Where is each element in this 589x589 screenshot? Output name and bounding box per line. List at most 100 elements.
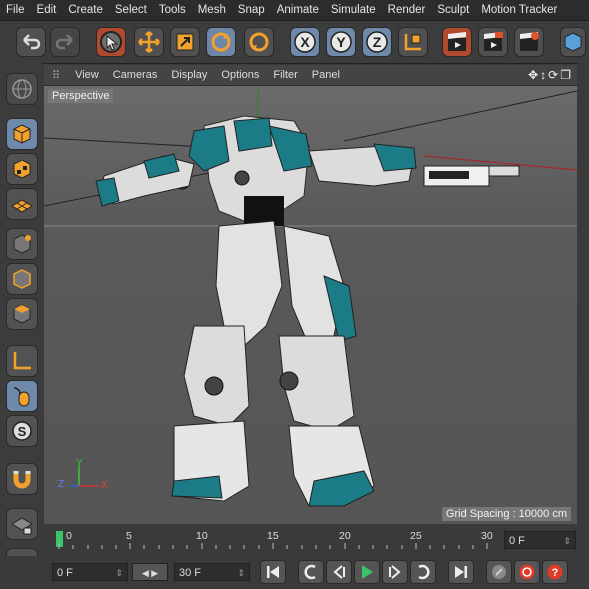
select-tool-button[interactable]	[96, 27, 126, 57]
go-to-start-button[interactable]	[260, 560, 286, 584]
range-slider[interactable]: ◀ ▶	[132, 563, 168, 581]
mouse-icon	[13, 387, 30, 407]
render-settings-button[interactable]	[514, 27, 544, 57]
menu-render[interactable]: Render	[382, 4, 432, 16]
snap-button[interactable]	[6, 463, 38, 495]
rotate-icon	[211, 32, 231, 52]
y-axis-button[interactable]: Y	[326, 27, 356, 57]
globe-icon	[12, 79, 32, 99]
workplane-lock-button[interactable]	[6, 508, 38, 540]
z-axis-button[interactable]: Z	[362, 27, 392, 57]
menu-motion-tracker[interactable]: Motion Tracker	[475, 4, 563, 16]
cube-button[interactable]	[560, 27, 586, 57]
menu-snap[interactable]: Snap	[232, 4, 271, 16]
menu-mesh[interactable]: Mesh	[192, 4, 232, 16]
redo-icon	[55, 34, 73, 50]
grid-spacing-label: Grid Spacing : 10000 cm	[441, 507, 571, 521]
next-frame-icon	[389, 565, 401, 579]
polygons-mode-button[interactable]	[6, 298, 38, 330]
x-axis-button[interactable]: X	[290, 27, 320, 57]
y-axis-icon: Y	[330, 31, 352, 53]
menu-create[interactable]: Create	[62, 4, 109, 16]
undo-button[interactable]	[16, 27, 46, 57]
magnet-icon	[13, 471, 31, 489]
next-frame-button[interactable]	[382, 560, 408, 584]
viewport-move-icon[interactable]: ✥	[528, 68, 540, 82]
timeline-tick-30: 30	[481, 530, 493, 542]
axis-mode-button[interactable]	[6, 345, 38, 377]
timeline[interactable]: 0 5 10 15 20 25 30 0 F ⇕	[44, 525, 589, 555]
viewport-rotate-icon[interactable]: ⟳	[548, 68, 560, 82]
gizmo-x-label: X	[101, 480, 108, 491]
menu-select[interactable]: Select	[109, 4, 153, 16]
menu-tools[interactable]: Tools	[153, 4, 192, 16]
viewport-zoom-icon[interactable]: ↕	[540, 68, 548, 82]
rotate-tool-button[interactable]	[206, 27, 236, 57]
robot-model	[95, 115, 520, 507]
play-icon	[362, 565, 373, 579]
tweak-mode-button[interactable]	[6, 380, 38, 412]
scale-tool-button[interactable]	[170, 27, 200, 57]
max-frame-field[interactable]: 30 F ⇕	[174, 563, 250, 581]
main-toolbar: X Y Z	[0, 21, 589, 64]
texture-mode-button[interactable]	[6, 153, 38, 185]
current-frame-field[interactable]: 0 F ⇕	[504, 531, 576, 549]
timeline-tick-10: 10	[196, 530, 208, 542]
select-icon	[100, 31, 122, 53]
points-mode-button[interactable]	[6, 228, 38, 260]
play-forward-button[interactable]	[354, 560, 380, 584]
viewport-menu-display[interactable]: Display	[164, 69, 214, 81]
svg-text:Y: Y	[336, 34, 346, 50]
viewport-solo-button[interactable]	[6, 73, 38, 105]
menu-sculpt[interactable]: Sculpt	[431, 4, 475, 16]
stepper-icon[interactable]: ⇕	[237, 564, 245, 582]
recent-tool-button[interactable]	[244, 27, 274, 57]
viewport-maximize-icon[interactable]: ❐	[560, 68, 573, 82]
autokeying-button[interactable]: ?	[542, 560, 568, 584]
workplane-mode-button[interactable]	[6, 188, 38, 220]
svg-text:X: X	[300, 34, 310, 50]
move-icon	[138, 31, 160, 53]
menu-animate[interactable]: Animate	[271, 4, 325, 16]
model-mode-button[interactable]	[6, 118, 38, 150]
previous-key-button[interactable]	[298, 560, 324, 584]
viewport-menu-options[interactable]: Options	[214, 69, 266, 81]
current-frame-value: 0 F	[509, 535, 525, 547]
render-view-button[interactable]	[442, 27, 472, 57]
perspective-viewport[interactable]: Y Z X Perspective Grid Spacing : 10000 c…	[44, 86, 577, 524]
viewport-menu-filter[interactable]: Filter	[266, 69, 304, 81]
recent-tool-icon	[249, 32, 269, 52]
timeline-tick-15: 15	[267, 530, 279, 542]
menu-edit[interactable]: Edit	[31, 4, 63, 16]
drag-handle-icon[interactable]: ⠿	[44, 69, 68, 82]
menu-file[interactable]: File	[0, 4, 31, 16]
next-key-button[interactable]	[410, 560, 436, 584]
stepper-icon[interactable]: ⇕	[563, 532, 571, 550]
render-picture-viewer-button[interactable]	[478, 27, 508, 57]
key-icon	[492, 565, 506, 579]
range-arrows-icon: ◀ ▶	[141, 568, 159, 578]
redo-button[interactable]	[50, 27, 80, 57]
menu-simulate[interactable]: Simulate	[325, 4, 382, 16]
previous-frame-button[interactable]	[326, 560, 352, 584]
previous-frame-icon	[333, 565, 345, 579]
viewport-menu-panel[interactable]: Panel	[305, 69, 347, 81]
min-frame-field[interactable]: 0 F ⇕	[52, 563, 128, 581]
solo-snap-button[interactable]: S	[6, 415, 38, 447]
record-active-objects-button[interactable]	[514, 560, 540, 584]
menu-bar: File Edit Create Select Tools Mesh Snap …	[0, 0, 589, 21]
viewport-scene	[44, 86, 577, 507]
coordinate-system-button[interactable]	[398, 27, 428, 57]
edges-mode-button[interactable]	[6, 263, 38, 295]
viewport-menu-view[interactable]: View	[68, 69, 106, 81]
move-tool-button[interactable]	[134, 27, 164, 57]
record-keys-button[interactable]	[486, 560, 512, 584]
viewport-menu-cameras[interactable]: Cameras	[106, 69, 165, 81]
render-settings-icon	[520, 32, 539, 51]
timeline-tick-25: 25	[410, 530, 422, 542]
stepper-icon[interactable]: ⇕	[115, 564, 123, 582]
timeline-tick-0: 0	[66, 530, 72, 542]
help-icon: ?	[547, 564, 563, 580]
go-to-end-button[interactable]	[448, 560, 474, 584]
render-picture-viewer-icon	[484, 32, 503, 51]
